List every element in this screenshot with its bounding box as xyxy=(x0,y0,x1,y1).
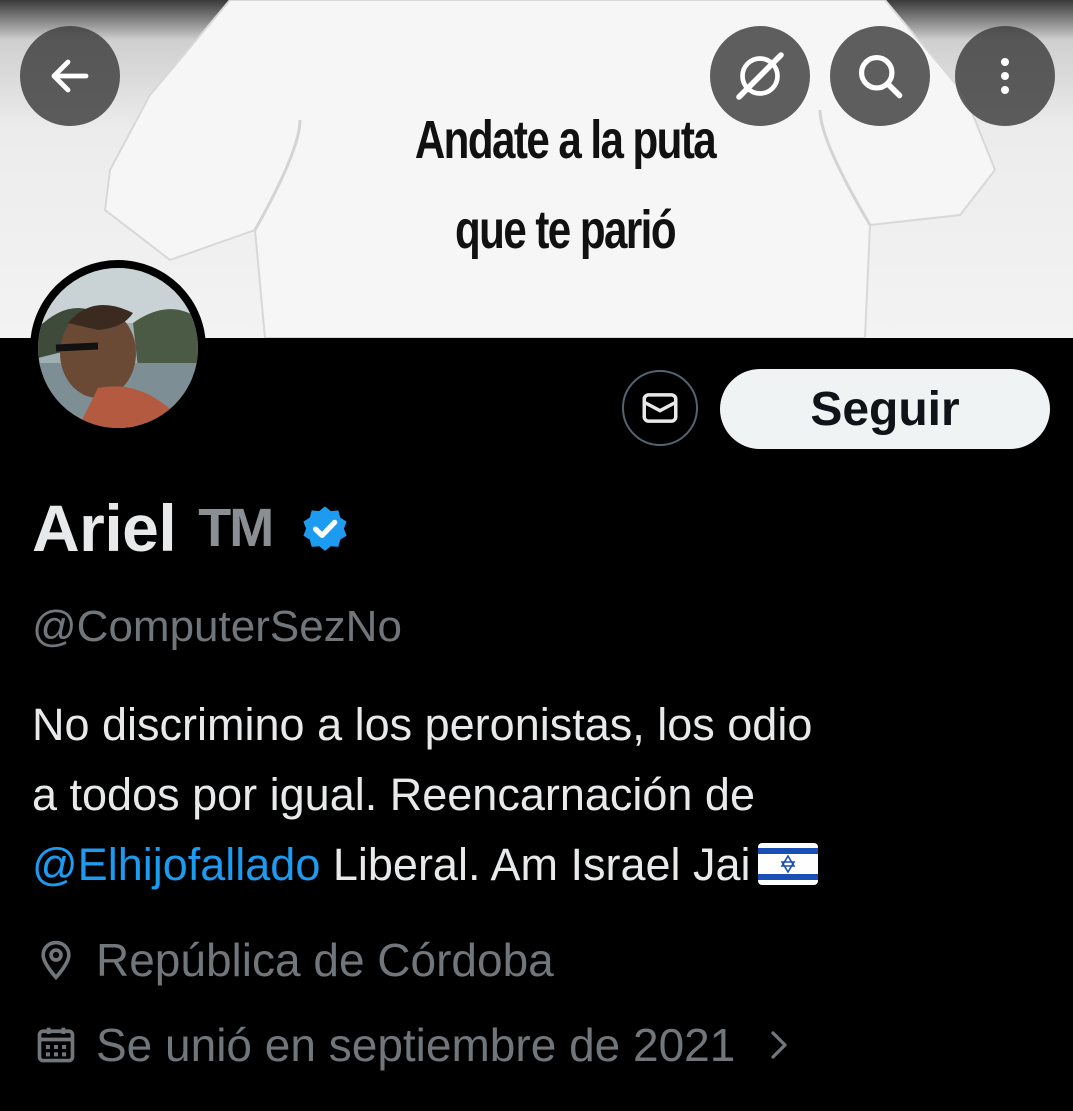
search-button[interactable] xyxy=(830,26,930,126)
message-button[interactable] xyxy=(622,370,698,446)
more-vertical-icon xyxy=(1001,58,1009,94)
grok-icon xyxy=(736,52,784,100)
bio-line-3-text: Liberal. Am Israel Jai xyxy=(320,839,751,890)
display-name: Ariel xyxy=(32,491,177,565)
shirt-line-1: Andate a la puta xyxy=(414,110,717,170)
location-pin-icon xyxy=(41,940,71,981)
shirt-text: Andate a la puta que te parió xyxy=(358,95,771,275)
bio-mention-link[interactable]: @Elhijofallado xyxy=(32,839,320,890)
shirt-line-2: que te parió xyxy=(454,200,677,260)
back-button[interactable] xyxy=(20,26,120,126)
joined-text: Se unió en septiembre de 2021 xyxy=(96,1019,736,1071)
handle: @ComputerSezNo xyxy=(32,602,402,651)
verified-badge-icon[interactable] xyxy=(298,503,352,557)
bio-line-1: No discrimino a los peronistas, los odio xyxy=(32,699,813,750)
bio-line-2: a todos por igual. Reencarnación de xyxy=(32,769,755,820)
mail-icon xyxy=(642,393,678,423)
avatar-photo xyxy=(38,268,198,428)
israel-flag-icon xyxy=(757,843,818,885)
follow-button[interactable]: Seguir xyxy=(720,369,1050,449)
bio: No discrimino a los peronistas, los odio… xyxy=(32,690,1042,900)
grok-button[interactable] xyxy=(710,26,810,126)
bio-line-3: @Elhijofallado Liberal. Am Israel Jai xyxy=(32,830,1042,900)
chevron-right-icon xyxy=(771,1031,788,1059)
location-text: República de Córdoba xyxy=(96,934,554,986)
avatar[interactable] xyxy=(30,260,206,436)
name-row: Ariel TM xyxy=(32,488,352,568)
joined-row[interactable]: Se unió en septiembre de 2021 xyxy=(32,1015,797,1075)
arrow-left-icon xyxy=(51,59,89,93)
name-suffix: TM xyxy=(198,498,274,558)
calendar-icon xyxy=(37,1027,75,1063)
more-button[interactable] xyxy=(955,26,1055,126)
location-row: República de Córdoba xyxy=(32,930,554,990)
search-icon xyxy=(858,54,903,99)
